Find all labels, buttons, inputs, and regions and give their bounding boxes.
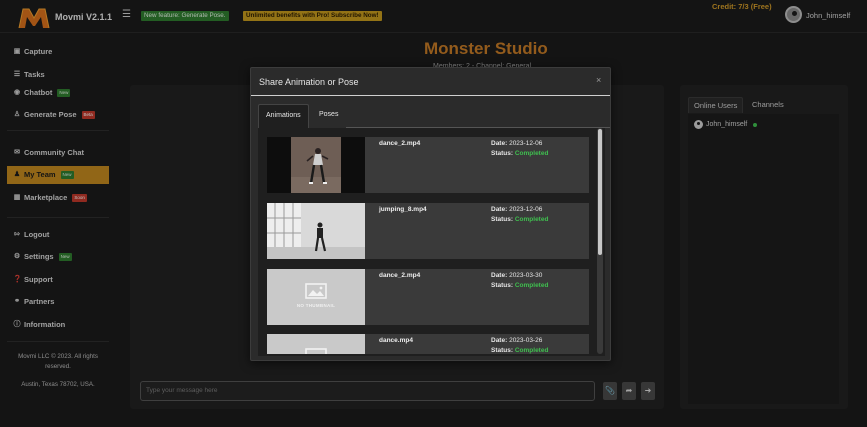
list-item[interactable]: jumping_8.mp4 Date: 2023-12-06 Status: C… (267, 203, 589, 259)
animation-file-name: jumping_8.mp4 (379, 206, 427, 213)
animation-date: Date: 2023-03-26 (491, 337, 543, 344)
animation-file-name: dance_2.mp4 (379, 140, 421, 147)
list-scrollbar-thumb[interactable] (598, 129, 602, 255)
list-item[interactable]: NO THUMBNAIL dance_2.mp4 Date: 2023-03-3… (267, 269, 589, 325)
modal-divider (251, 95, 610, 96)
animation-date: Date: 2023-12-06 (491, 206, 543, 213)
close-icon[interactable]: × (596, 75, 601, 85)
no-thumbnail-label: NO THUMBNAIL (296, 303, 336, 308)
dancer-thumbnail-image (267, 137, 365, 193)
animation-status: Status: Completed (491, 150, 549, 157)
animation-date: Date: 2023-03-30 (491, 272, 543, 279)
image-placeholder-icon (267, 269, 365, 325)
animation-status: Status: Completed (491, 216, 549, 223)
image-placeholder-icon (267, 334, 365, 354)
animation-status: Status: Completed (491, 282, 549, 289)
animation-file-name: dance.mp4 (379, 337, 413, 344)
list-item[interactable]: dance.mp4 Date: 2023-03-26 Status: Compl… (267, 334, 589, 354)
no-thumbnail-placeholder: NO THUMBNAIL (267, 269, 365, 325)
animation-file-name: dance_2.mp4 (379, 272, 421, 279)
video-thumbnail (267, 203, 365, 259)
dancer-thumbnail-image (267, 203, 365, 259)
animations-list[interactable]: dance_2.mp4 Date: 2023-12-06 Status: Com… (267, 137, 589, 354)
no-thumbnail-placeholder (267, 334, 365, 354)
animation-date: Date: 2023-12-06 (491, 140, 543, 147)
tab-poses[interactable]: Poses (312, 104, 345, 128)
animation-status: Status: Completed (491, 347, 549, 354)
video-thumbnail (267, 137, 365, 193)
list-item[interactable]: dance_2.mp4 Date: 2023-12-06 Status: Com… (267, 137, 589, 193)
tab-animations[interactable]: Animations (258, 104, 309, 128)
modal-title: Share Animation or Pose (259, 77, 359, 87)
